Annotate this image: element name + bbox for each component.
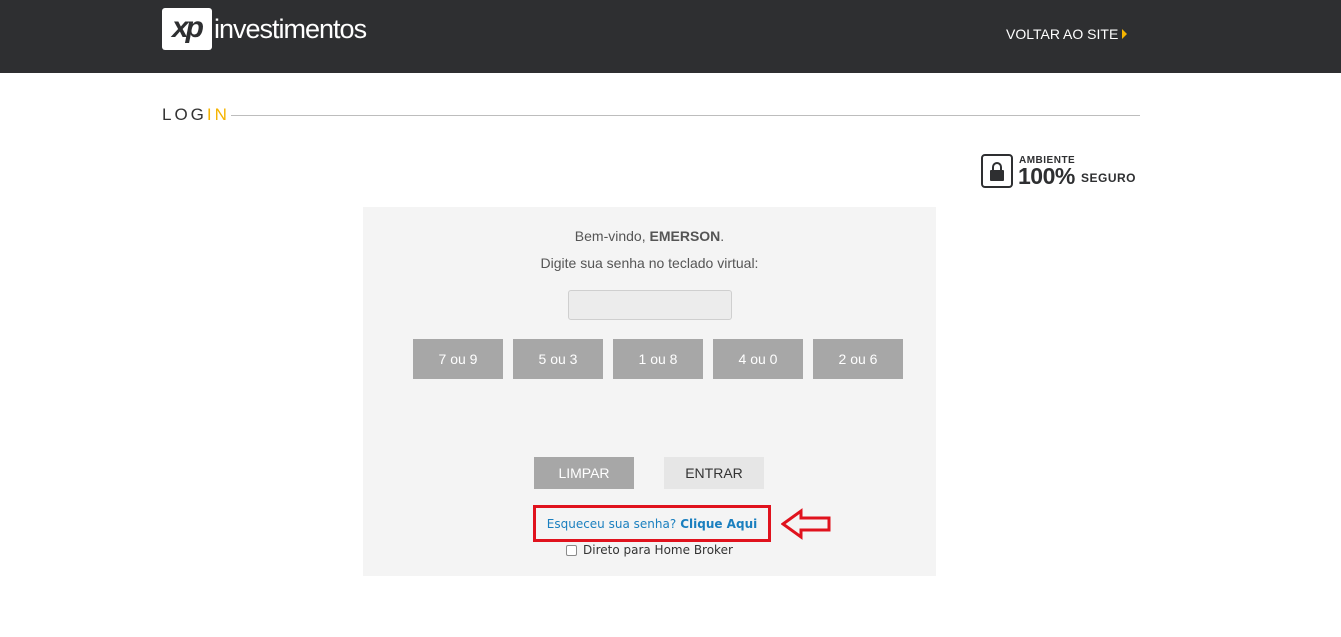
virtual-key-2[interactable]: 5 ou 3: [513, 339, 603, 379]
page-title: LOGIN: [162, 105, 230, 125]
badge-percent: 100%: [1018, 163, 1075, 189]
welcome-message: Bem-vindo, EMERSON.: [363, 228, 936, 244]
welcome-suffix: .: [720, 228, 725, 244]
title-divider: [231, 115, 1140, 116]
secure-environment-badge: AMBIENTE 100% SEGURO: [981, 154, 1137, 190]
user-name: EMERSON: [649, 228, 721, 244]
caret-right-icon: [1122, 29, 1128, 39]
forgot-password-highlight: Esqueceu sua senha? Clique Aqui: [533, 505, 771, 542]
virtual-key-4[interactable]: 4 ou 0: [713, 339, 803, 379]
clear-button[interactable]: LIMPAR: [534, 457, 634, 489]
logo-mark-text: xp: [172, 11, 204, 44]
badge-line2: SEGURO: [1081, 171, 1137, 185]
home-broker-option[interactable]: Direto para Home Broker: [566, 543, 733, 557]
xp-logo[interactable]: xp investimentos: [162, 7, 367, 51]
virtual-key-3[interactable]: 1 ou 8: [613, 339, 703, 379]
page-title-accent: IN: [206, 105, 230, 124]
enter-button[interactable]: ENTRAR: [664, 457, 764, 489]
back-to-site-label: VOLTAR AO SITE: [1006, 26, 1119, 42]
forgot-password-link[interactable]: Clique Aqui: [680, 517, 757, 531]
logo-mark: xp: [162, 8, 212, 50]
logo-text: investimentos: [214, 13, 367, 44]
top-header-bar: xp investimentos VOLTAR AO SITE: [0, 0, 1341, 73]
back-to-site-link[interactable]: VOLTAR AO SITE: [1006, 26, 1128, 42]
page-title-main: LOG: [162, 105, 207, 124]
home-broker-checkbox[interactable]: [566, 544, 577, 556]
virtual-key-1[interactable]: 7 ou 9: [413, 339, 503, 379]
home-broker-label[interactable]: Direto para Home Broker: [583, 543, 733, 557]
virtual-key-5[interactable]: 2 ou 6: [813, 339, 903, 379]
forgot-password-text: Esqueceu sua senha?: [546, 516, 677, 531]
login-panel: Bem-vindo, EMERSON. Digite sua senha no …: [363, 207, 936, 576]
welcome-prefix: Bem-vindo,: [574, 228, 650, 244]
lock-icon: [981, 154, 1013, 188]
left-arrow-icon: [781, 508, 831, 540]
password-field[interactable]: [568, 290, 732, 320]
virtual-keyboard-instruction: Digite sua senha no teclado virtual:: [540, 255, 759, 271]
